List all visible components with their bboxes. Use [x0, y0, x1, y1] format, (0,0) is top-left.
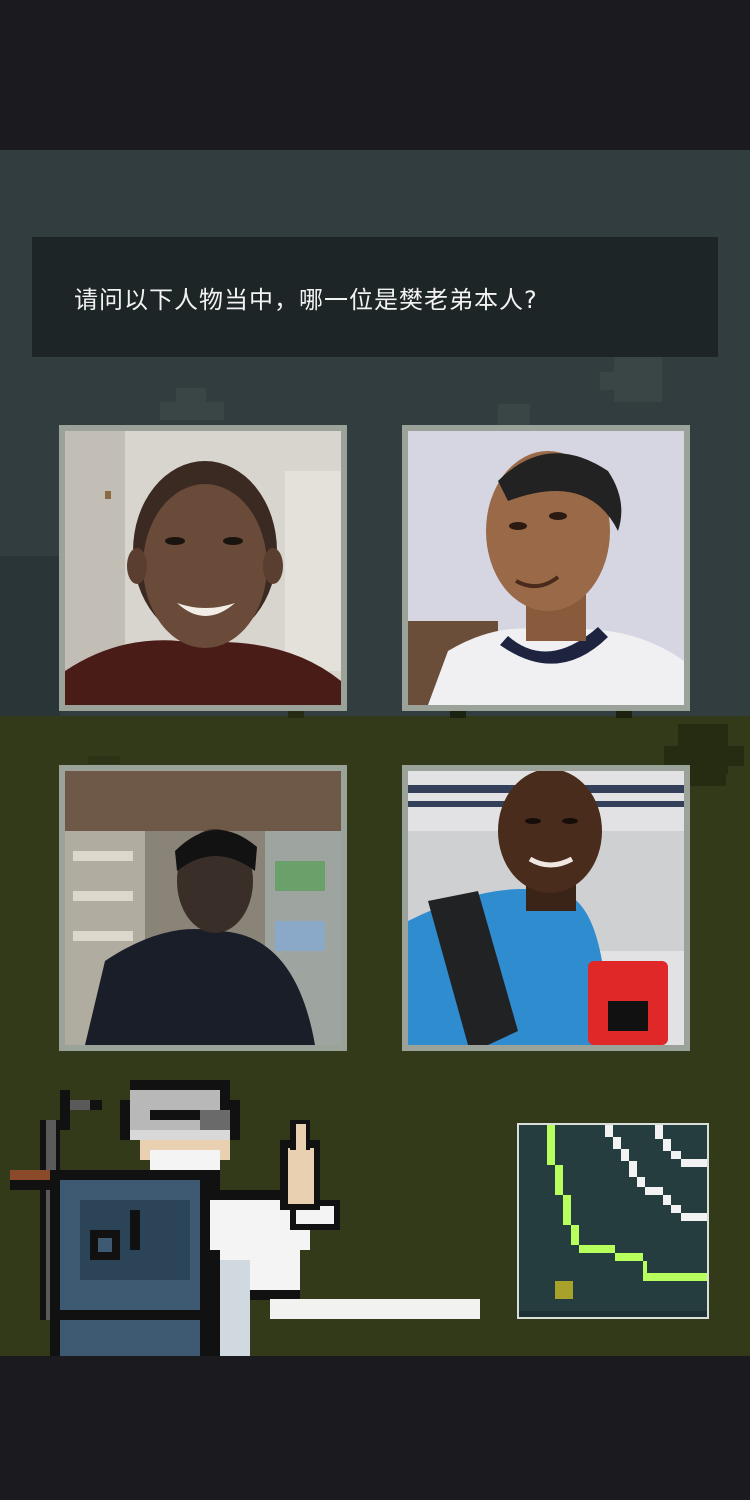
pixel-stone [616, 710, 632, 718]
progress-bar [270, 1299, 480, 1319]
pixel-bush [690, 766, 726, 786]
pixel-bush [664, 746, 744, 766]
pixel-stone [288, 710, 304, 718]
minimap-icon[interactable] [517, 1123, 709, 1319]
pixel-stone [88, 756, 120, 764]
photo-man-white-jersey [408, 431, 684, 705]
pixel-hill [0, 556, 60, 716]
photo-man-blue-shirt-backpack [408, 771, 684, 1045]
question-text: 请问以下人物当中，哪一位是樊老弟本人? [74, 285, 538, 314]
photo-man-in-store [65, 771, 341, 1045]
answer-option-4[interactable] [402, 765, 690, 1051]
pixel-cloud [160, 402, 224, 420]
pixel-cloud [176, 388, 206, 404]
answer-option-2[interactable] [402, 425, 690, 711]
question-box: 请问以下人物当中，哪一位是樊老弟本人? [32, 237, 718, 357]
photo-shaved-head-smiling-man [65, 431, 341, 705]
answer-option-3[interactable] [59, 765, 347, 1051]
pixel-cloud [614, 356, 662, 402]
game-scene: 请问以下人物当中，哪一位是樊老弟本人? [0, 150, 750, 1356]
top-letterbox [0, 0, 750, 150]
answer-option-1[interactable] [59, 425, 347, 711]
bottom-letterbox [0, 1356, 750, 1500]
